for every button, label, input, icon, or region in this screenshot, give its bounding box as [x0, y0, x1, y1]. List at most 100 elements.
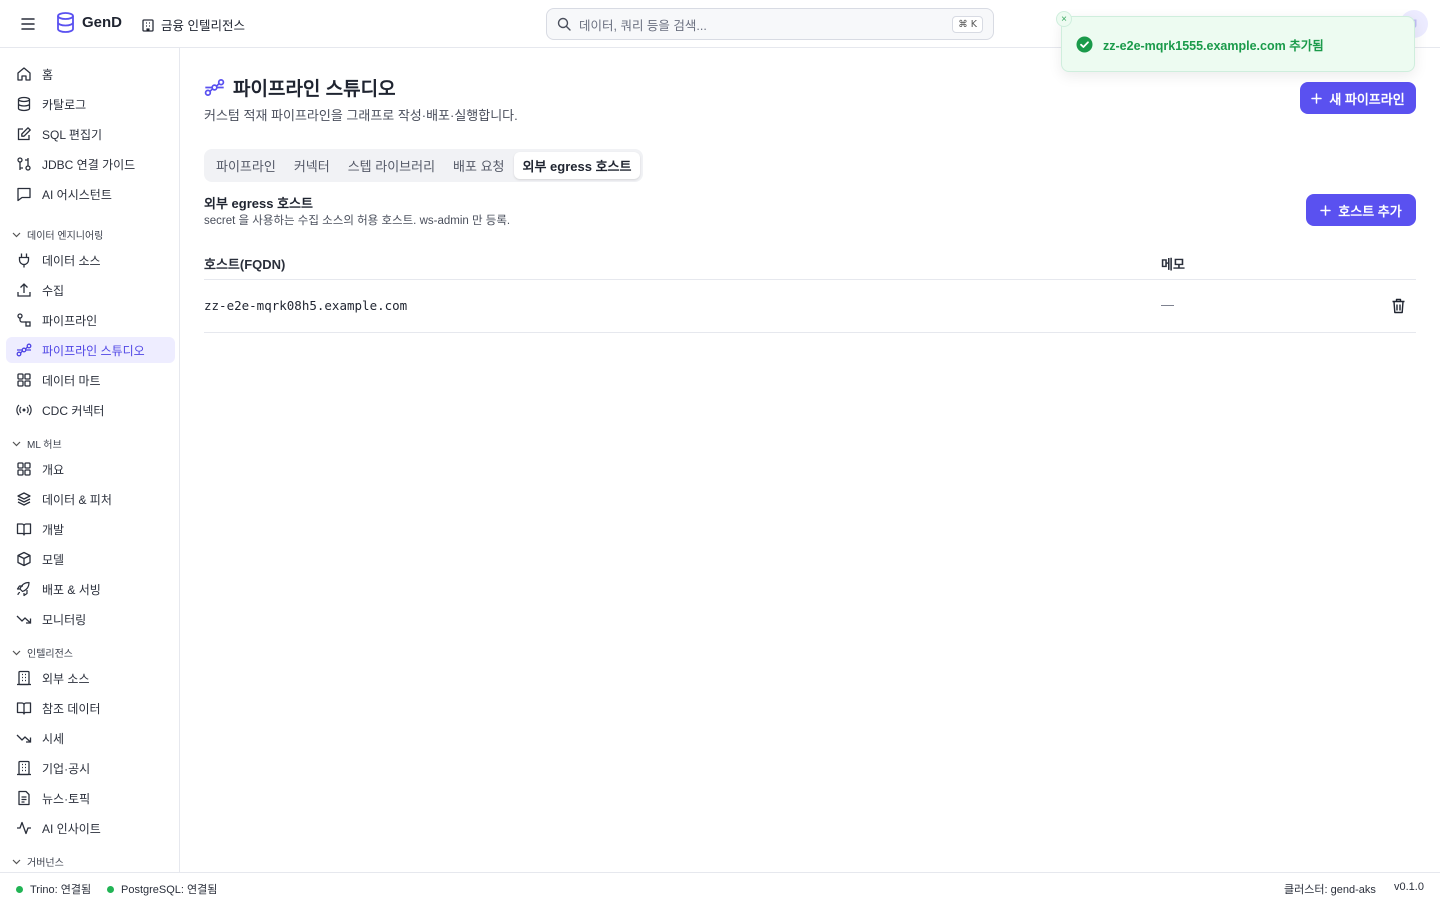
section-data-engineering[interactable]: 데이터 엔지니어링 — [12, 227, 103, 242]
column-header-host[interactable]: 호스트(FQDN) — [204, 254, 285, 273]
table-row: zz-e2e-mqrk08h5.example.com — — [204, 280, 1416, 333]
new-pipeline-button[interactable]: 새 파이프라인 — [1300, 82, 1416, 114]
check-circle-icon — [1076, 36, 1093, 52]
layers-icon — [17, 492, 31, 506]
page-title-text: 파이프라인 스튜디오 — [233, 79, 396, 100]
plus-icon — [1311, 92, 1323, 104]
section-label: ML 허브 — [27, 440, 62, 451]
section-label: 데이터 엔지니어링 — [27, 231, 104, 242]
plus-icon — [1320, 204, 1332, 216]
version-text: v0.1.0 — [1394, 881, 1424, 893]
postgres-status: PostgreSQL: 연결됨 — [107, 881, 217, 897]
cluster-info: 클러스터: gend-aks — [1284, 881, 1376, 897]
grid-icon — [17, 462, 31, 476]
rocket-icon — [16, 581, 30, 597]
section-governance[interactable]: 거버넌스 — [12, 854, 64, 869]
menu-icon[interactable] — [18, 14, 38, 34]
book-icon — [16, 523, 32, 536]
sidebar-item-overview[interactable]: 개요 — [6, 456, 175, 482]
tab-pipelines[interactable]: 파이프라인 — [207, 152, 285, 179]
sidebar-item-corporate-disclosure[interactable]: 기업·공시 — [6, 755, 175, 781]
sidebar-item-external-source[interactable]: 외부 소스 — [6, 665, 175, 691]
sidebar-item-label: AI 어시스턴트 — [42, 187, 112, 202]
sidebar-item-label: 개발 — [42, 522, 65, 537]
trend-down-icon — [16, 734, 32, 743]
workflow-icon — [16, 343, 32, 357]
sidebar-item-label: 데이터 & 피처 — [42, 492, 112, 507]
home-icon — [17, 67, 31, 81]
search-input[interactable]: 데이터, 쿼리 등을 검색... ⌘ K — [546, 8, 994, 40]
sidebar-item-ai-insight[interactable]: AI 인사이트 — [6, 815, 175, 841]
sidebar-item-home[interactable]: 홈 — [6, 61, 175, 87]
route-icon — [17, 313, 31, 327]
sidebar: 홈 카탈로그 SQL 편집기 JDBC 연결 가이드 AI 어시스턴트 데이터 … — [0, 48, 180, 872]
sidebar-item-cdc-connector[interactable]: CDC 커넥터 — [6, 397, 175, 423]
section-label: 인텔리전스 — [27, 649, 73, 660]
delete-host-button[interactable] — [1388, 296, 1408, 316]
sidebar-item-quotes[interactable]: 시세 — [6, 725, 175, 751]
plug-icon — [18, 253, 30, 268]
org-name: 금융 인텔리전스 — [161, 19, 245, 33]
database-logo-icon — [57, 12, 74, 33]
version-info: v0.1.0 — [1394, 881, 1424, 893]
cluster-text: 클러스터: gend-aks — [1284, 884, 1376, 896]
section-label: 거버넌스 — [27, 858, 64, 869]
sidebar-item-ingest[interactable]: 수집 — [6, 277, 175, 303]
edit-icon — [17, 127, 31, 141]
tab-egress-hosts[interactable]: 외부 egress 호스트 — [513, 152, 641, 179]
status-dot — [107, 885, 114, 893]
sidebar-item-deploy-serving[interactable]: 배포 & 서빙 — [6, 576, 175, 602]
sidebar-item-label: CDC 커넥터 — [42, 403, 105, 418]
sidebar-item-pipeline[interactable]: 파이프라인 — [6, 307, 175, 333]
sidebar-item-label: 뉴스·토픽 — [42, 791, 91, 806]
sidebar-item-pipeline-studio[interactable]: 파이프라인 스튜디오 — [6, 337, 175, 363]
app-logo[interactable]: GenD — [56, 12, 122, 33]
section-ml-hub[interactable]: ML 허브 — [12, 436, 62, 451]
sidebar-item-label: 파이프라인 스튜디오 — [42, 343, 145, 358]
sidebar-item-model[interactable]: 모델 — [6, 546, 175, 572]
sidebar-item-ai-assistant[interactable]: AI 어시스턴트 — [6, 181, 175, 207]
main-content: 파이프라인 스튜디오 커스텀 적재 파이프라인을 그래프로 작성·배포·실행합니… — [180, 48, 1440, 872]
building-icon — [17, 760, 31, 776]
sidebar-item-catalog[interactable]: 카탈로그 — [6, 91, 175, 117]
toast-message: zz-e2e-mqrk1555.example.com 추가됨 — [1103, 38, 1324, 53]
sidebar-item-reference-data[interactable]: 참조 데이터 — [6, 695, 175, 721]
sidebar-item-label: 데이터 소스 — [42, 253, 101, 268]
sidebar-item-label: 기업·공시 — [42, 761, 91, 776]
toast-close-button[interactable]: × — [1056, 11, 1072, 27]
connection-icon — [17, 157, 31, 171]
sidebar-item-develop[interactable]: 개발 — [6, 516, 175, 542]
add-host-button[interactable]: 호스트 추가 — [1306, 194, 1416, 226]
sidebar-item-data-source[interactable]: 데이터 소스 — [6, 247, 175, 273]
column-header-memo[interactable]: 메모 — [1161, 254, 1185, 273]
status-dot — [16, 885, 23, 893]
box-icon — [17, 551, 31, 567]
sidebar-item-data-mart[interactable]: 데이터 마트 — [6, 367, 175, 393]
sidebar-item-label: 모니터링 — [42, 612, 87, 627]
tab-step-library[interactable]: 스텝 라이브러리 — [339, 152, 444, 179]
database-icon — [17, 96, 31, 112]
trash-icon — [1392, 298, 1404, 314]
section-intelligence[interactable]: 인텔리전스 — [12, 645, 73, 660]
sidebar-item-sql-editor[interactable]: SQL 편집기 — [6, 121, 175, 147]
org-switcher[interactable]: 금융 인텔리전스 — [141, 15, 245, 34]
tab-deploy-requests[interactable]: 배포 요청 — [444, 152, 513, 179]
chevron-down-icon — [12, 232, 21, 238]
grid-icon — [17, 373, 31, 387]
sidebar-item-label: 모델 — [42, 552, 65, 567]
sidebar-item-data-features[interactable]: 데이터 & 피처 — [6, 486, 175, 512]
tab-connectors[interactable]: 커넥터 — [285, 152, 339, 179]
table-header: 호스트(FQDN) 메모 — [204, 244, 1416, 280]
sidebar-item-label: JDBC 연결 가이드 — [42, 157, 136, 172]
sidebar-item-label: 외부 소스 — [42, 671, 90, 686]
sidebar-item-monitoring[interactable]: 모니터링 — [6, 606, 175, 632]
trino-status-text: Trino: 연결됨 — [30, 884, 92, 896]
host-cell: zz-e2e-mqrk08h5.example.com — [204, 298, 408, 313]
sidebar-item-label: 참조 데이터 — [42, 701, 101, 716]
chevron-down-icon — [12, 859, 21, 865]
sidebar-item-news-topics[interactable]: 뉴스·토픽 — [6, 785, 175, 811]
sidebar-item-label: 데이터 마트 — [42, 373, 101, 388]
page-subtitle: 커스텀 적재 파이프라인을 그래프로 작성·배포·실행합니다. — [204, 108, 518, 123]
sidebar-item-jdbc-guide[interactable]: JDBC 연결 가이드 — [6, 151, 175, 177]
sidebar-item-label: 시세 — [42, 731, 65, 746]
